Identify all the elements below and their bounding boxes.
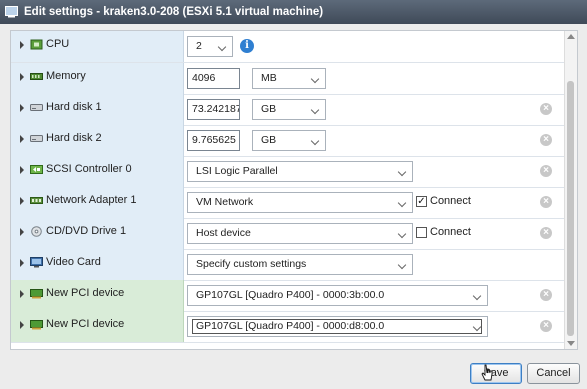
pci-device-select[interactable]: GP107GL [Quadro P400] - 0000:3b:00.0 [187, 285, 488, 306]
device-row-network-adapter: Network Adapter 1 VM Network ✓ Connect × [11, 187, 565, 219]
remove-device-icon[interactable]: × [540, 103, 552, 115]
memory-icon [30, 73, 43, 80]
disk-unit-select[interactable]: GB [252, 99, 326, 120]
scroll-down-icon[interactable] [567, 341, 575, 346]
network-adapter-icon [30, 197, 43, 204]
device-label: CPU [46, 38, 70, 50]
device-label: Network Adapter 1 [46, 194, 137, 206]
expand-chevron-icon[interactable] [20, 290, 24, 298]
chevron-down-icon [397, 229, 407, 239]
expand-chevron-icon[interactable] [20, 104, 24, 112]
hard-disk-icon [30, 104, 43, 111]
device-label: Video Card [46, 256, 101, 268]
device-row-cd-dvd-drive: CD/DVD Drive 1 Host device Connect × [11, 218, 565, 250]
cd-dvd-mode-select[interactable]: Host device [187, 223, 413, 244]
connect-checkbox[interactable]: ✓ [416, 196, 427, 207]
connect-label: Connect [430, 226, 471, 238]
window-title: Edit settings - kraken3.0-208 (ESXi 5.1 … [24, 6, 324, 18]
device-row-new-pci-2: New PCI device GP107GL [Quadro P400] - 0… [11, 311, 565, 343]
title-bar: Edit settings - kraken3.0-208 (ESXi 5.1 … [0, 0, 587, 24]
cpu-count-select[interactable]: 2 [187, 36, 233, 57]
video-card-icon [30, 257, 43, 268]
device-label: CD/DVD Drive 1 [46, 225, 127, 237]
scroll-thumb[interactable] [567, 81, 574, 336]
mouse-pointer-icon [481, 364, 493, 381]
hard-disk-icon [30, 135, 43, 142]
remove-device-icon[interactable]: × [540, 320, 552, 332]
device-label: Memory [46, 70, 86, 82]
scsi-type-select[interactable]: LSI Logic Parallel [187, 161, 413, 182]
expand-chevron-icon[interactable] [20, 228, 24, 236]
cancel-button[interactable]: Cancel [527, 363, 580, 384]
remove-device-icon[interactable]: × [540, 134, 552, 146]
expand-chevron-icon[interactable] [20, 41, 24, 49]
connect-label: Connect [430, 195, 471, 207]
device-label: Hard disk 2 [46, 132, 102, 144]
chevron-down-icon [310, 105, 320, 115]
expand-chevron-icon[interactable] [20, 166, 24, 174]
device-row-memory: Memory 4096 MB [11, 63, 565, 95]
chevron-down-icon [472, 291, 482, 301]
info-icon[interactable]: i [240, 39, 254, 53]
device-row-video-card: Video Card Specify custom settings [11, 249, 565, 281]
pci-device-icon [30, 320, 43, 330]
chevron-down-icon [397, 198, 407, 208]
connect-checkbox[interactable] [416, 227, 427, 238]
cpu-icon [30, 39, 43, 50]
remove-device-icon[interactable]: × [540, 165, 552, 177]
device-row-cpu: CPU 2 i [11, 31, 565, 63]
device-row-hard-disk-1: Hard disk 1 73.242187 GB × [11, 94, 565, 126]
expand-chevron-icon[interactable] [20, 197, 24, 205]
chevron-down-icon [310, 136, 320, 146]
focus-ring [192, 319, 482, 334]
chevron-down-icon [217, 42, 227, 52]
device-label: New PCI device [46, 318, 125, 330]
edit-settings-dialog: Edit settings - kraken3.0-208 (ESXi 5.1 … [0, 0, 587, 389]
vm-icon [5, 6, 18, 18]
save-button[interactable]: Save [470, 363, 522, 384]
expand-chevron-icon[interactable] [20, 73, 24, 81]
cd-dvd-icon [31, 226, 42, 237]
chevron-down-icon [310, 74, 320, 84]
memory-unit-select[interactable]: MB [252, 68, 326, 89]
device-label: Hard disk 1 [46, 101, 102, 113]
scroll-up-icon[interactable] [567, 34, 575, 39]
scsi-controller-icon [30, 165, 43, 174]
network-select[interactable]: VM Network [187, 192, 413, 213]
disk-unit-select[interactable]: GB [252, 130, 326, 151]
disk-size-input[interactable]: 73.242187 [187, 99, 240, 120]
pci-device-select[interactable]: GP107GL [Quadro P400] - 0000:d8:00.0 [187, 316, 488, 337]
device-label: SCSI Controller 0 [46, 163, 132, 175]
device-label: New PCI device [46, 287, 125, 299]
video-card-settings-select[interactable]: Specify custom settings [187, 254, 413, 275]
device-row-new-pci-1: New PCI device GP107GL [Quadro P400] - 0… [11, 280, 565, 312]
device-row-hard-disk-2: Hard disk 2 9.765625 GB × [11, 125, 565, 157]
device-row-scsi-controller: SCSI Controller 0 LSI Logic Parallel × [11, 156, 565, 188]
device-list: CPU 2 i Memory 4096 MB Hard disk 1 73.24… [10, 30, 578, 350]
expand-chevron-icon[interactable] [20, 321, 24, 329]
expand-chevron-icon[interactable] [20, 135, 24, 143]
pci-device-icon [30, 289, 43, 299]
remove-device-icon[interactable]: × [540, 227, 552, 239]
chevron-down-icon [397, 260, 407, 270]
chevron-down-icon [397, 167, 407, 177]
vertical-scrollbar[interactable] [564, 31, 577, 349]
disk-size-input[interactable]: 9.765625 [187, 130, 240, 151]
remove-device-icon[interactable]: × [540, 196, 552, 208]
remove-device-icon[interactable]: × [540, 289, 552, 301]
memory-size-input[interactable]: 4096 [187, 68, 240, 89]
expand-chevron-icon[interactable] [20, 259, 24, 267]
